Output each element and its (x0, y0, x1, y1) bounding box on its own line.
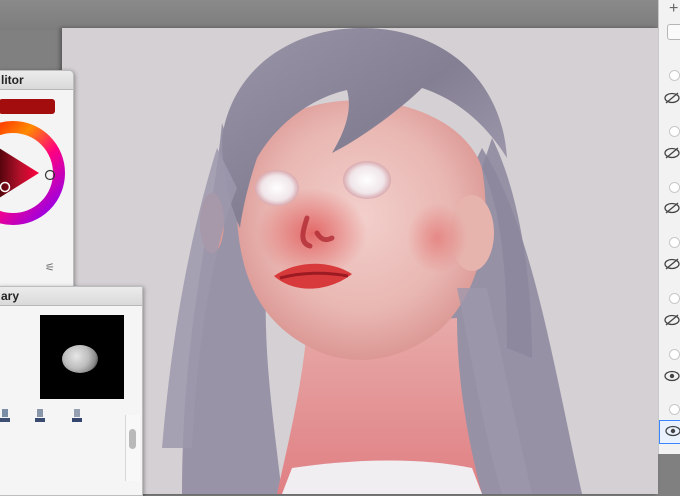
layer-select-radio[interactable] (669, 349, 680, 360)
add-layer-button[interactable]: + (669, 0, 678, 18)
layer-select-radio[interactable] (669, 182, 680, 193)
color-editor-title: litor (0, 71, 73, 90)
eye-visible-icon[interactable] (665, 425, 680, 437)
color-editor-panel: litor ⚟ (0, 70, 74, 290)
brush-thumbnail-icon[interactable] (71, 409, 83, 423)
layers-panel: + (658, 0, 680, 454)
layer-options-button[interactable] (667, 24, 680, 40)
layer-select-radio[interactable] (669, 70, 680, 81)
brush-thumbnail-icon[interactable] (34, 409, 46, 423)
eye-visible-icon[interactable] (664, 370, 680, 382)
brush-thumbnail-icon[interactable] (0, 409, 11, 423)
eye-hidden-icon[interactable] (664, 92, 680, 104)
painting-canvas[interactable] (62, 28, 658, 494)
eye-hidden-icon[interactable] (664, 147, 680, 159)
layer-select-radio[interactable] (669, 237, 680, 248)
color-sliders-icon[interactable]: ⚟ (45, 261, 55, 274)
layer-select-radio[interactable] (669, 293, 680, 304)
library-scroll-thumb[interactable] (129, 429, 136, 449)
eye-hidden-icon[interactable] (664, 202, 680, 214)
selected-layer-row[interactable] (659, 420, 680, 444)
library-scrollbar[interactable] (125, 415, 140, 481)
eye-hidden-icon[interactable] (664, 314, 680, 326)
brush-tip-icon (62, 345, 98, 373)
layer-select-radio[interactable] (669, 404, 680, 415)
portrait-painting (162, 28, 582, 494)
current-color-swatch[interactable] (0, 99, 55, 114)
brush-preview[interactable] (40, 315, 124, 399)
workspace-top-bar (0, 0, 680, 30)
brush-library-title: ary (0, 287, 142, 306)
color-wheel[interactable] (0, 121, 65, 225)
layer-select-radio[interactable] (669, 126, 680, 137)
brush-library-panel: ary (0, 286, 143, 496)
eye-hidden-icon[interactable] (664, 258, 680, 270)
